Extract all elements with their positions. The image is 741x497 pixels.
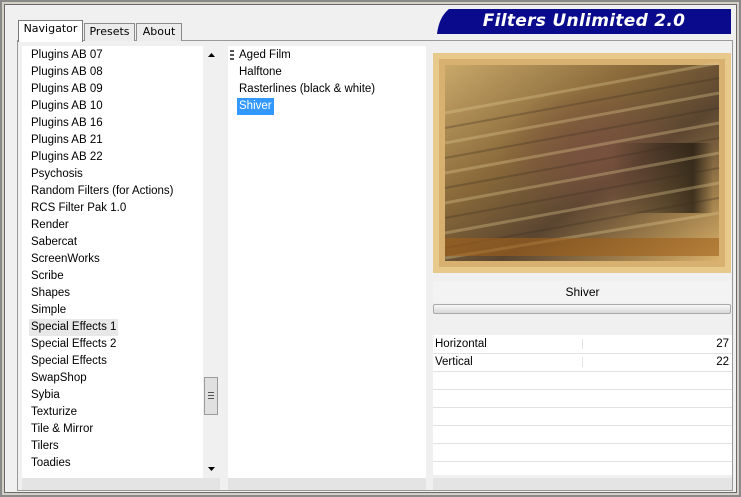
tab-about[interactable]: About — [136, 23, 182, 41]
list-item[interactable]: Special Effects — [29, 353, 109, 370]
filter-list[interactable]: Aged Film Halftone Rasterlines (black & … — [228, 46, 426, 478]
list-item[interactable]: SwapShop — [29, 370, 89, 387]
list-item[interactable]: Scribe — [29, 268, 66, 285]
list-item[interactable]: Sabercat — [29, 234, 79, 251]
list-item[interactable]: Plugins AB 08 — [29, 64, 105, 81]
progress-bar — [433, 304, 731, 314]
list-item[interactable]: Special Effects 2 — [29, 336, 118, 353]
list-item[interactable]: RCS Filter Pak 1.0 — [29, 200, 128, 217]
list-item[interactable]: Psychosis — [29, 166, 85, 183]
list-item[interactable]: Random Filters (for Actions) — [29, 183, 176, 200]
app-title: Filters Unlimited 2.0 — [482, 11, 686, 31]
param-label: Horizontal — [435, 338, 487, 350]
parameter-panel: Horizontal 27 Vertical 22 — [433, 335, 732, 475]
list-item[interactable]: Plugins AB 09 — [29, 81, 105, 98]
param-row-vertical[interactable]: Vertical 22 — [433, 353, 732, 372]
scroll-down-button[interactable] — [203, 460, 220, 477]
tab-presets[interactable]: Presets — [84, 23, 135, 41]
param-label: Vertical — [435, 356, 473, 368]
status-strip — [228, 478, 426, 490]
param-value[interactable]: 27 — [716, 336, 729, 352]
status-strip — [22, 478, 220, 490]
list-item[interactable]: Simple — [29, 302, 68, 319]
filter-item-selected[interactable]: Shiver — [237, 98, 274, 115]
list-item[interactable]: Plugins AB 07 — [29, 47, 105, 64]
list-item[interactable]: Tilers — [29, 438, 61, 455]
list-item[interactable]: Shapes — [29, 285, 72, 302]
grip-icon — [230, 50, 234, 60]
list-item[interactable]: Tile & Mirror — [29, 421, 95, 438]
selected-filter-name: Shiver — [433, 281, 732, 303]
preview-image — [433, 53, 731, 273]
param-row-horizontal[interactable]: Horizontal 27 — [433, 335, 732, 354]
list-item[interactable]: Texturize — [29, 404, 79, 421]
list-item-current[interactable]: Special Effects 1 — [29, 319, 119, 336]
param-value[interactable]: 22 — [716, 354, 729, 370]
filter-item[interactable]: Halftone — [237, 64, 284, 81]
app-banner: Filters Unlimited 2.0 — [437, 9, 731, 34]
preview-graphic — [433, 53, 731, 273]
list-item[interactable]: Plugins AB 10 — [29, 98, 105, 115]
filter-item[interactable]: Rasterlines (black & white) — [237, 81, 377, 98]
param-row-empty — [433, 389, 732, 408]
param-row-empty — [433, 371, 732, 390]
scroll-up-button[interactable] — [203, 47, 220, 64]
triangle-down-icon — [208, 467, 215, 471]
list-item[interactable]: Toadies — [29, 455, 73, 472]
list-item[interactable]: Sybia — [29, 387, 62, 404]
category-list[interactable]: Plugins AB 07 Plugins AB 08 Plugins AB 0… — [22, 46, 220, 478]
triangle-up-icon — [208, 53, 215, 57]
list-item[interactable]: Plugins AB 21 — [29, 132, 105, 149]
tab-navigator[interactable]: Navigator — [18, 20, 83, 42]
list-item[interactable]: Plugins AB 22 — [29, 149, 105, 166]
param-row-empty — [433, 425, 732, 444]
param-row-empty — [433, 443, 732, 462]
list-item[interactable]: Render — [29, 217, 71, 234]
category-scrollbar[interactable] — [203, 46, 220, 478]
param-row-empty — [433, 407, 732, 426]
filter-item[interactable]: Aged Film — [237, 47, 293, 64]
status-strip — [433, 478, 732, 490]
scroll-thumb[interactable] — [204, 377, 218, 415]
list-item[interactable]: ScreenWorks — [29, 251, 102, 268]
list-item[interactable]: Plugins AB 16 — [29, 115, 105, 132]
